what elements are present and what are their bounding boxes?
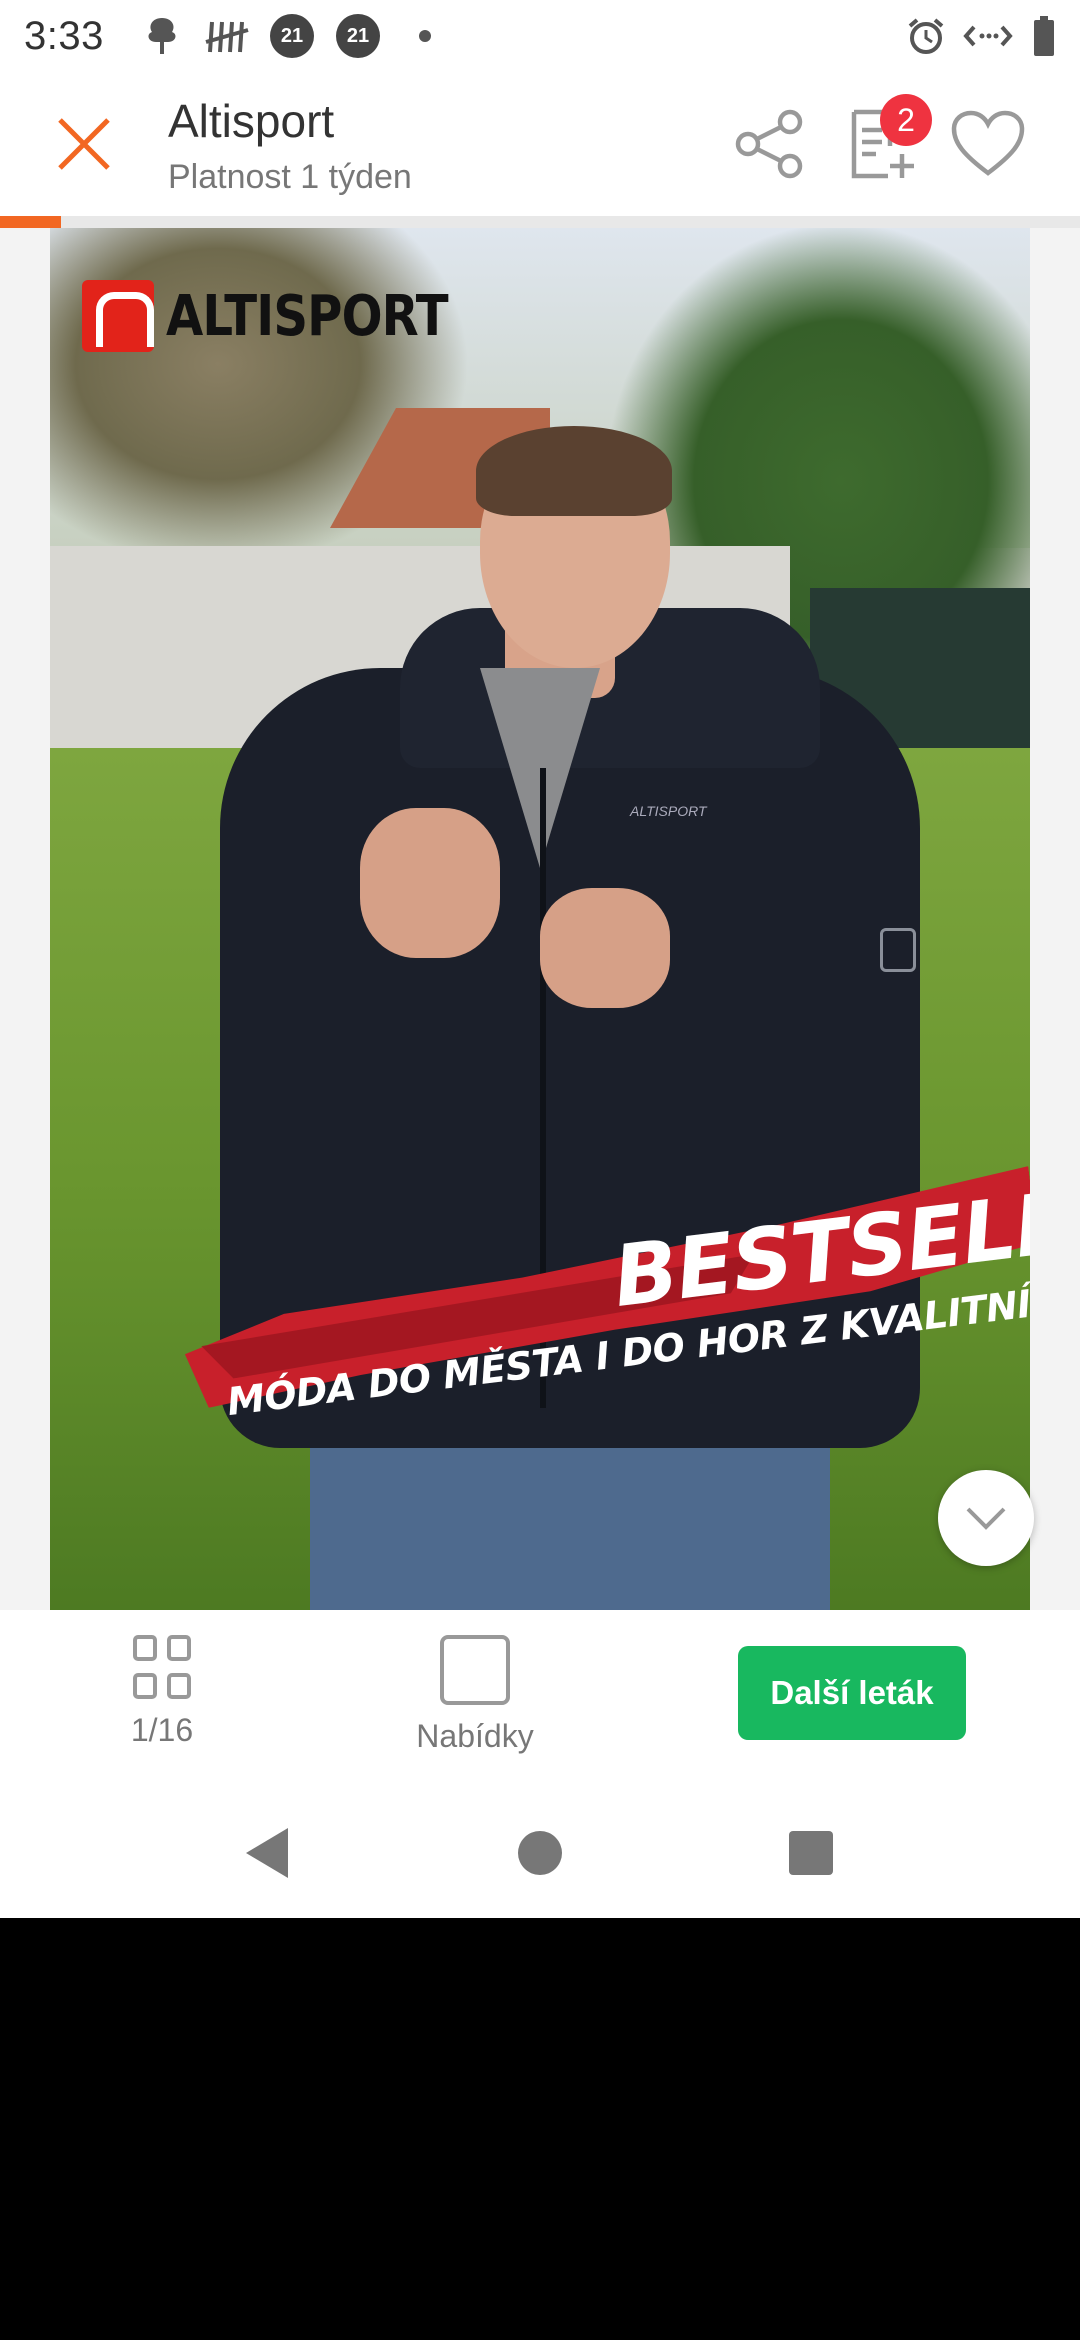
share-button[interactable] — [728, 102, 812, 186]
back-button[interactable] — [232, 1818, 302, 1888]
model-hair — [476, 426, 672, 516]
offers-button[interactable]: Nabídky — [405, 1634, 545, 1755]
shopping-list-button[interactable]: 2 — [840, 94, 932, 186]
status-time: 3:33 — [24, 14, 104, 58]
brand-mark-icon — [82, 280, 154, 352]
sleeve-patch-icon — [880, 928, 916, 972]
alarm-icon — [904, 14, 948, 58]
model-hand-left — [360, 808, 500, 958]
close-button[interactable] — [44, 104, 124, 184]
share-icon — [735, 109, 803, 179]
offers-icon — [440, 1635, 510, 1705]
bottom-toolbar: 1/16 Nabídky Další leták — [0, 1610, 1080, 1788]
close-icon — [58, 118, 110, 170]
list-count-badge: 2 — [880, 94, 932, 146]
flyer-page[interactable]: ALTISPORT ALTISPORT BESTSELLERY MÓDA DO … — [50, 228, 1030, 1610]
system-nav-bar — [0, 1788, 1080, 1918]
page-progress-bar — [0, 216, 1080, 228]
chevron-down-icon — [966, 1507, 1006, 1530]
badge-21-second: 21 — [336, 14, 380, 58]
page-counter: 1/16 — [130, 1712, 194, 1748]
home-button[interactable] — [505, 1818, 575, 1888]
flyer-viewer[interactable]: ALTISPORT ALTISPORT BESTSELLERY MÓDA DO … — [0, 228, 1080, 1610]
heart-icon — [951, 110, 1025, 176]
grid-icon — [133, 1635, 191, 1699]
badge-icon-1: 21 — [270, 14, 314, 58]
badge-21-first: 21 — [270, 14, 314, 58]
page-title: Altisport — [168, 95, 335, 147]
next-flyer-button[interactable]: Další leták — [738, 1646, 966, 1740]
back-triangle-icon — [246, 1828, 288, 1878]
favorite-button[interactable] — [946, 102, 1030, 186]
page-progress-fill — [0, 216, 61, 228]
pages-overview-button[interactable]: 1/16 — [114, 1634, 210, 1749]
battery-icon — [1030, 14, 1058, 58]
app-header: Altisport Platnost 1 týden 2 — [0, 72, 1080, 216]
chest-logo: ALTISPORT — [630, 803, 707, 819]
recents-button[interactable] — [776, 1818, 846, 1888]
offers-label: Nabídky — [416, 1718, 534, 1754]
data-icon — [962, 14, 1014, 58]
recents-square-icon — [789, 1831, 833, 1875]
more-notifications-icon — [418, 14, 432, 58]
badge-icon-2: 21 — [336, 14, 380, 58]
notification-icon — [140, 14, 184, 58]
home-circle-icon — [518, 1831, 562, 1875]
validity-subtitle: Platnost 1 týden — [168, 158, 412, 196]
status-bar: 3:33 21 21 — [0, 0, 1080, 72]
model-jeans — [310, 1448, 830, 1610]
app-screen: 3:33 21 21 Altisport Platnost 1 týden 2 … — [0, 0, 1080, 1918]
brand-name: ALTISPORT — [166, 283, 449, 349]
brand-logo: ALTISPORT — [82, 280, 494, 352]
model-hand-right — [540, 888, 670, 1008]
expand-details-button[interactable] — [938, 1470, 1034, 1566]
tally-icon — [202, 14, 252, 58]
